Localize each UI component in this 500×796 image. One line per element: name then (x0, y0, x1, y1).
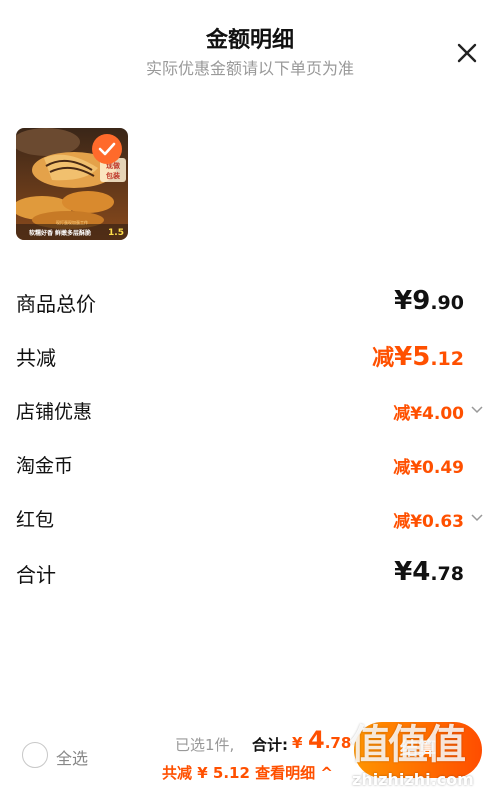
total-row: 合计 ¥4.78 (16, 557, 484, 589)
total-discount-label: 共减 (16, 346, 56, 370)
total-discount-row: 共减 减¥5.12 (16, 342, 484, 372)
selected-check-badge[interactable] (92, 134, 122, 164)
close-button[interactable] (452, 38, 482, 68)
watermark: 值值值 zhizhizhi.com (346, 712, 500, 796)
items-total-label: 商品总价 (16, 292, 96, 316)
red-packet-row[interactable]: 红包 减¥0.63 (16, 505, 484, 532)
image-text-3: 现打蛋现加蛋工作 (56, 219, 88, 225)
page-title: 金额明细 (205, 28, 294, 53)
discount-prefix: 减 (372, 346, 395, 371)
amount-decimal: .90 (430, 292, 464, 314)
image-text-5: 1.5 (108, 228, 124, 238)
red-packet-value: 减¥0.63 (393, 512, 464, 532)
currency-symbol: ¥ (292, 734, 303, 752)
watermark-site: zhizhizhi.com (352, 770, 474, 789)
red-packet-label: 红包 (16, 509, 55, 531)
image-text-4: 软糯好香 鲜嫩多层酥脆 (29, 229, 91, 237)
currency-symbol: ¥ (394, 557, 413, 587)
watermark-logo: 值值值 (350, 722, 466, 768)
footer-discount-line: 共减 ¥ 5.12 查看明细 ^ (162, 762, 333, 783)
close-icon (457, 43, 477, 63)
total-discount-value: 减¥5.12 (372, 340, 464, 372)
amount-decimal: .78 (430, 563, 464, 585)
shop-discount-label: 店铺优惠 (16, 401, 93, 423)
footer-total-value: ¥ 4.78 (292, 726, 351, 754)
tao-coin-row: 淘金币 减¥0.49 (16, 451, 484, 478)
amount-decimal: .12 (430, 348, 464, 370)
chevron-down-icon[interactable] (470, 405, 484, 415)
amount-main: 5 (412, 342, 431, 372)
check-icon (98, 142, 116, 156)
chevron-down-icon[interactable] (470, 513, 484, 523)
select-all-label[interactable]: 全选 (56, 745, 88, 769)
tao-coin-label: 淘金币 (16, 455, 74, 477)
items-total-row: 商品总价 ¥9.90 (16, 286, 484, 318)
shop-discount-row[interactable]: 店铺优惠 减¥4.00 (16, 397, 484, 424)
amount-main: 9 (412, 286, 431, 316)
shop-discount-value: 减¥4.00 (393, 404, 464, 424)
total-label: 合计 (16, 563, 56, 587)
header: 金额明细 实际优惠金额请以下单页为准 (0, 0, 500, 90)
amount-main: 4 (308, 726, 325, 754)
select-all-checkbox[interactable] (22, 742, 48, 768)
image-text-2: 包装 (106, 171, 120, 180)
selected-count: 已选1件, (175, 736, 235, 754)
tao-coin-value: 减¥0.49 (393, 458, 464, 478)
amount-main: 4 (412, 557, 431, 587)
view-details-link[interactable]: 查看明细 ^ (255, 764, 333, 782)
currency-symbol: ¥ (394, 286, 413, 316)
footer-discount-text: 共减 ¥ 5.12 (162, 764, 250, 782)
footer-total-label: 合计: (252, 736, 288, 754)
items-total-value: ¥9.90 (394, 286, 464, 316)
currency-symbol: ¥ (394, 342, 413, 372)
page-subtitle: 实际优惠金额请以下单页为准 (145, 59, 354, 78)
total-value: ¥4.78 (394, 557, 464, 587)
